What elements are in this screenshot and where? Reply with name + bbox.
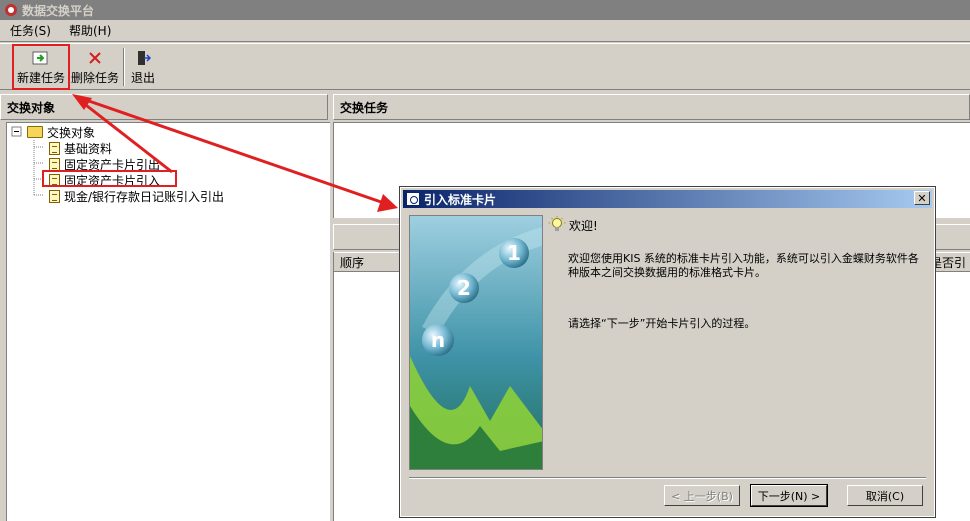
wizard-illustration: 1 2 n (410, 216, 542, 469)
dialog-title: 引入标准卡片 (424, 192, 497, 207)
welcome-title: 欢迎! (569, 218, 598, 233)
cancel-button[interactable]: 取消(C) (847, 485, 923, 506)
instruction-paragraph: 请选择“下一步”开始卡片引入的过程。 (568, 317, 756, 330)
welcome-paragraph: 欢迎您使用KIS 系统的标准卡片引入功能，系统可以引入金蝶财务软件各种版本之间交… (568, 252, 919, 279)
prev-step-button[interactable]: < 上一步(B) (664, 485, 740, 506)
next-step-button[interactable]: 下一步(N) > (750, 484, 828, 507)
dialog-close-button[interactable]: ✕ (914, 191, 930, 205)
close-icon: ✕ (917, 191, 927, 205)
welcome-heading: 欢迎! (548, 216, 598, 234)
dialog-title-bar: 引入标准卡片 ✕ (403, 190, 932, 208)
wizard-banner-image: 1 2 n (409, 215, 543, 470)
ball-number-2: 2 (457, 276, 471, 300)
ball-number-n: n (431, 328, 445, 352)
lightbulb-icon (548, 216, 566, 231)
dialog-separator (409, 477, 926, 479)
dialog-app-icon (406, 192, 420, 206)
import-card-wizard-dialog: 引入标准卡片 ✕ 1 2 n 欢迎! 欢迎您使用KIS 系统的标准卡片引入功能，… (399, 186, 936, 518)
ball-number-1: 1 (507, 241, 521, 265)
